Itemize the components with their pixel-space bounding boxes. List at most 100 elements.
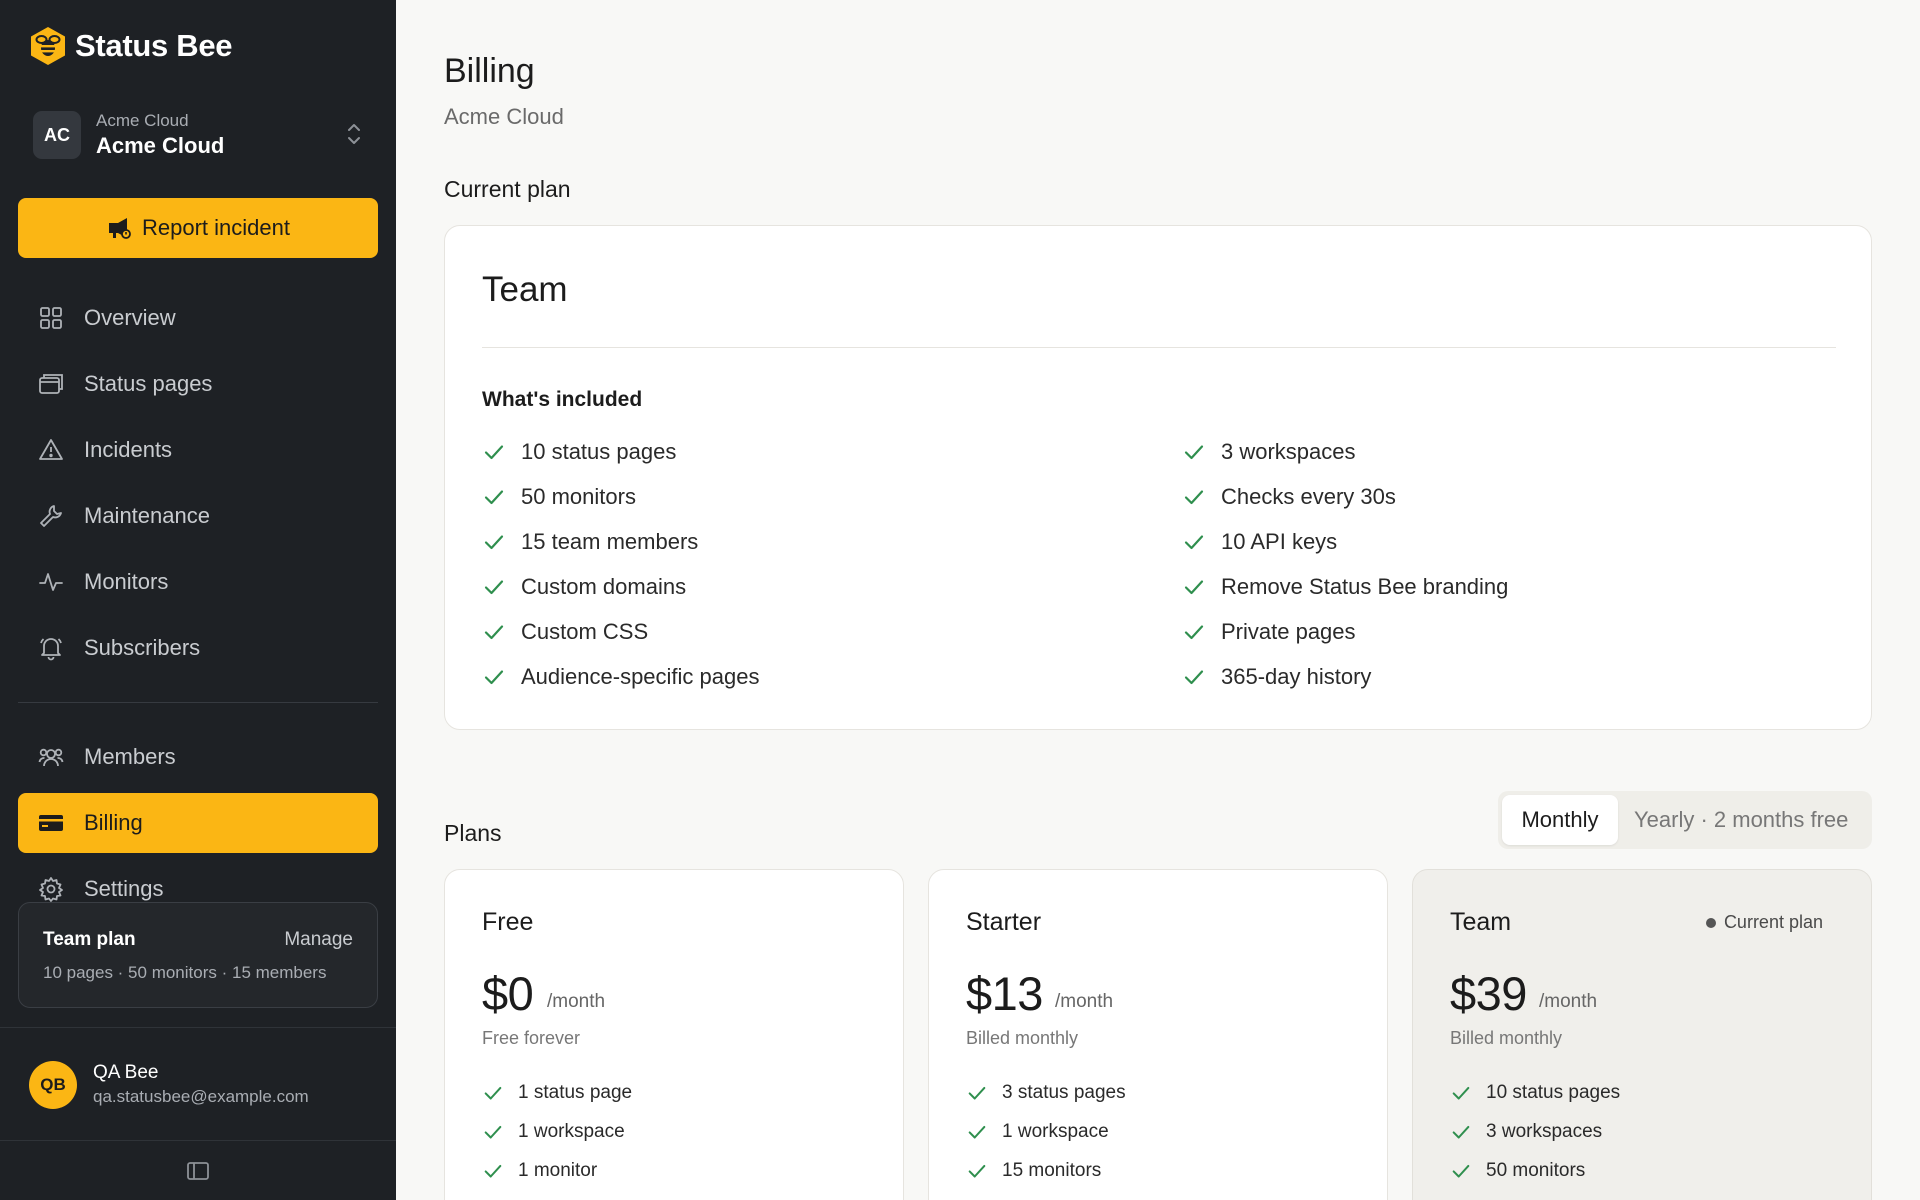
feature-label: 10 API keys [1221,529,1338,554]
plan-card-team[interactable]: Team Current plan $39/month Billed monthly 1… [1412,869,1872,1200]
feature-label: Private pages [1221,619,1356,644]
status-dot-icon [1705,917,1716,928]
plan-feature-label: 1 workspace [518,1121,625,1142]
check-icon [968,1164,986,1178]
feature-label: Custom CSS [521,619,649,644]
billing-note: Free forever [482,1028,581,1048]
sidebar-item-label: Overview [84,305,176,330]
feature-item: 50 monitors [482,484,636,510]
monthly-option[interactable]: Monthly [1502,795,1618,845]
user-menu[interactable]: QB QA Bee qa.statusbee@example.com [29,1061,309,1109]
feature-label: 15 team members [521,529,699,554]
sidebar-toggle-icon[interactable] [186,1160,210,1182]
plan-card-starter[interactable]: Starter $13/month Billed monthly 3 status p… [928,869,1388,1200]
sidebar-item-label: Subscribers [84,635,201,660]
workspace-label: Acme Cloud [96,111,189,130]
check-icon [1452,1086,1470,1100]
price-period: /month [1055,991,1114,1012]
feature-label: 365-day history [1221,664,1372,689]
plan-price: $13 [966,967,1043,1020]
plan-feature-label: 50 monitors [1486,1160,1586,1181]
sidebar: Status Bee AC Acme Cloud Acme Cloud Repo… [0,0,396,1200]
feature-item: 10 status pages [482,439,676,465]
page-title: Billing [444,52,535,90]
activity-pulse-icon [39,573,63,591]
plan-feature: 1 monitor [482,1160,597,1182]
check-icon [484,1125,502,1139]
sidebar-item-label: Status pages [84,371,213,396]
plan-feature: 15 monitors [966,1160,1101,1182]
plan-summary-card: Team plan Manage 10 pages · 50 monitors … [18,902,378,1008]
feature-item: Remove Status Bee branding [1182,574,1508,600]
current-plan-card: Team What's included 10 status pages 50 m… [444,225,1872,730]
plan-feature: 3 status pages [966,1082,1126,1104]
billing-note: Billed monthly [1450,1028,1563,1048]
feature-label: Remove Status Bee branding [1221,574,1509,599]
plan-feature-label: 1 workspace [1002,1121,1109,1142]
feature-item: Checks every 30s [1182,484,1396,510]
brand-name: Status Bee [75,28,233,63]
plan-feature: 1 workspace [966,1121,1109,1143]
sidebar-item-overview[interactable]: Overview [18,288,378,348]
feature-item: 15 team members [482,529,698,555]
check-icon [1184,490,1204,505]
warning-triangle-icon [39,439,63,460]
sidebar-item-billing[interactable]: Billing [18,793,378,853]
sidebar-item-label: Billing [84,810,143,835]
check-icon [484,445,504,460]
plan-summary-meta: 10 pages · 50 monitors · 15 members [43,963,327,982]
grid-icon [40,307,62,329]
sidebar-item-status-pages[interactable]: Status pages [18,354,378,414]
sidebar-item-monitors[interactable]: Monitors [18,552,378,612]
plan-feature-label: 1 status page [518,1082,633,1103]
sidebar-item-members[interactable]: Members [18,727,378,787]
check-icon [484,1086,502,1100]
sidebar-item-incidents[interactable]: Incidents [18,420,378,480]
check-icon [968,1125,986,1139]
feature-label: Checks every 30s [1221,484,1396,509]
sidebar-item-label: Maintenance [84,503,210,528]
sidebar-item-label: Members [84,744,176,769]
plan-feature: 50 monitors [1450,1160,1585,1182]
feature-item: Private pages [1182,619,1356,645]
sidebar-item-maintenance[interactable]: Maintenance [18,486,378,546]
plan-feature-label: 1 monitor [518,1160,598,1181]
credit-card-icon [39,815,63,831]
plan-feature: 3 workspaces [1450,1121,1602,1143]
megaphone-icon [109,218,131,239]
brand[interactable]: Status Bee [29,26,233,66]
sidebar-item-subscribers[interactable]: Subscribers [18,618,378,678]
check-icon [968,1086,986,1100]
bell-icon [40,638,62,661]
bottom-divider [0,1140,396,1141]
manage-plan-link[interactable]: Manage [284,929,353,951]
feature-item: 3 workspaces [1182,439,1356,465]
price-period: /month [547,991,606,1012]
users-icon [38,748,64,767]
workspace-avatar: AC [33,111,81,159]
current-plan-badge: Current plan [1705,912,1823,933]
browser-window-icon [39,374,63,394]
sidebar-item-label: Monitors [84,569,169,594]
current-plan-heading: Current plan [444,176,571,202]
plan-card-free[interactable]: Free $0/month Free forever 1 status page 1 w… [444,869,904,1200]
sidebar-item-label: Incidents [84,437,173,462]
check-icon [1184,625,1204,640]
page-subtitle: Acme Cloud [444,104,564,129]
report-incident-button[interactable]: Report incident [18,198,378,258]
feature-item: Custom CSS [482,619,648,645]
plan-feature-label: 3 status pages [1002,1082,1126,1103]
check-icon [484,490,504,505]
check-icon [484,670,504,685]
workspace-switcher[interactable]: AC Acme Cloud Acme Cloud [33,108,363,162]
yearly-option[interactable]: Yearly · 2 months free [1634,795,1848,845]
check-icon [1452,1125,1470,1139]
report-incident-label: Report incident [142,215,290,240]
feature-label: Audience-specific pages [521,664,760,689]
feature-item: 10 API keys [1182,529,1337,555]
user-name: QA Bee [93,1062,159,1083]
check-icon [484,1164,502,1178]
plan-feature-label: 10 status pages [1486,1082,1621,1103]
price-period: /month [1539,991,1598,1012]
check-icon [1184,535,1204,550]
